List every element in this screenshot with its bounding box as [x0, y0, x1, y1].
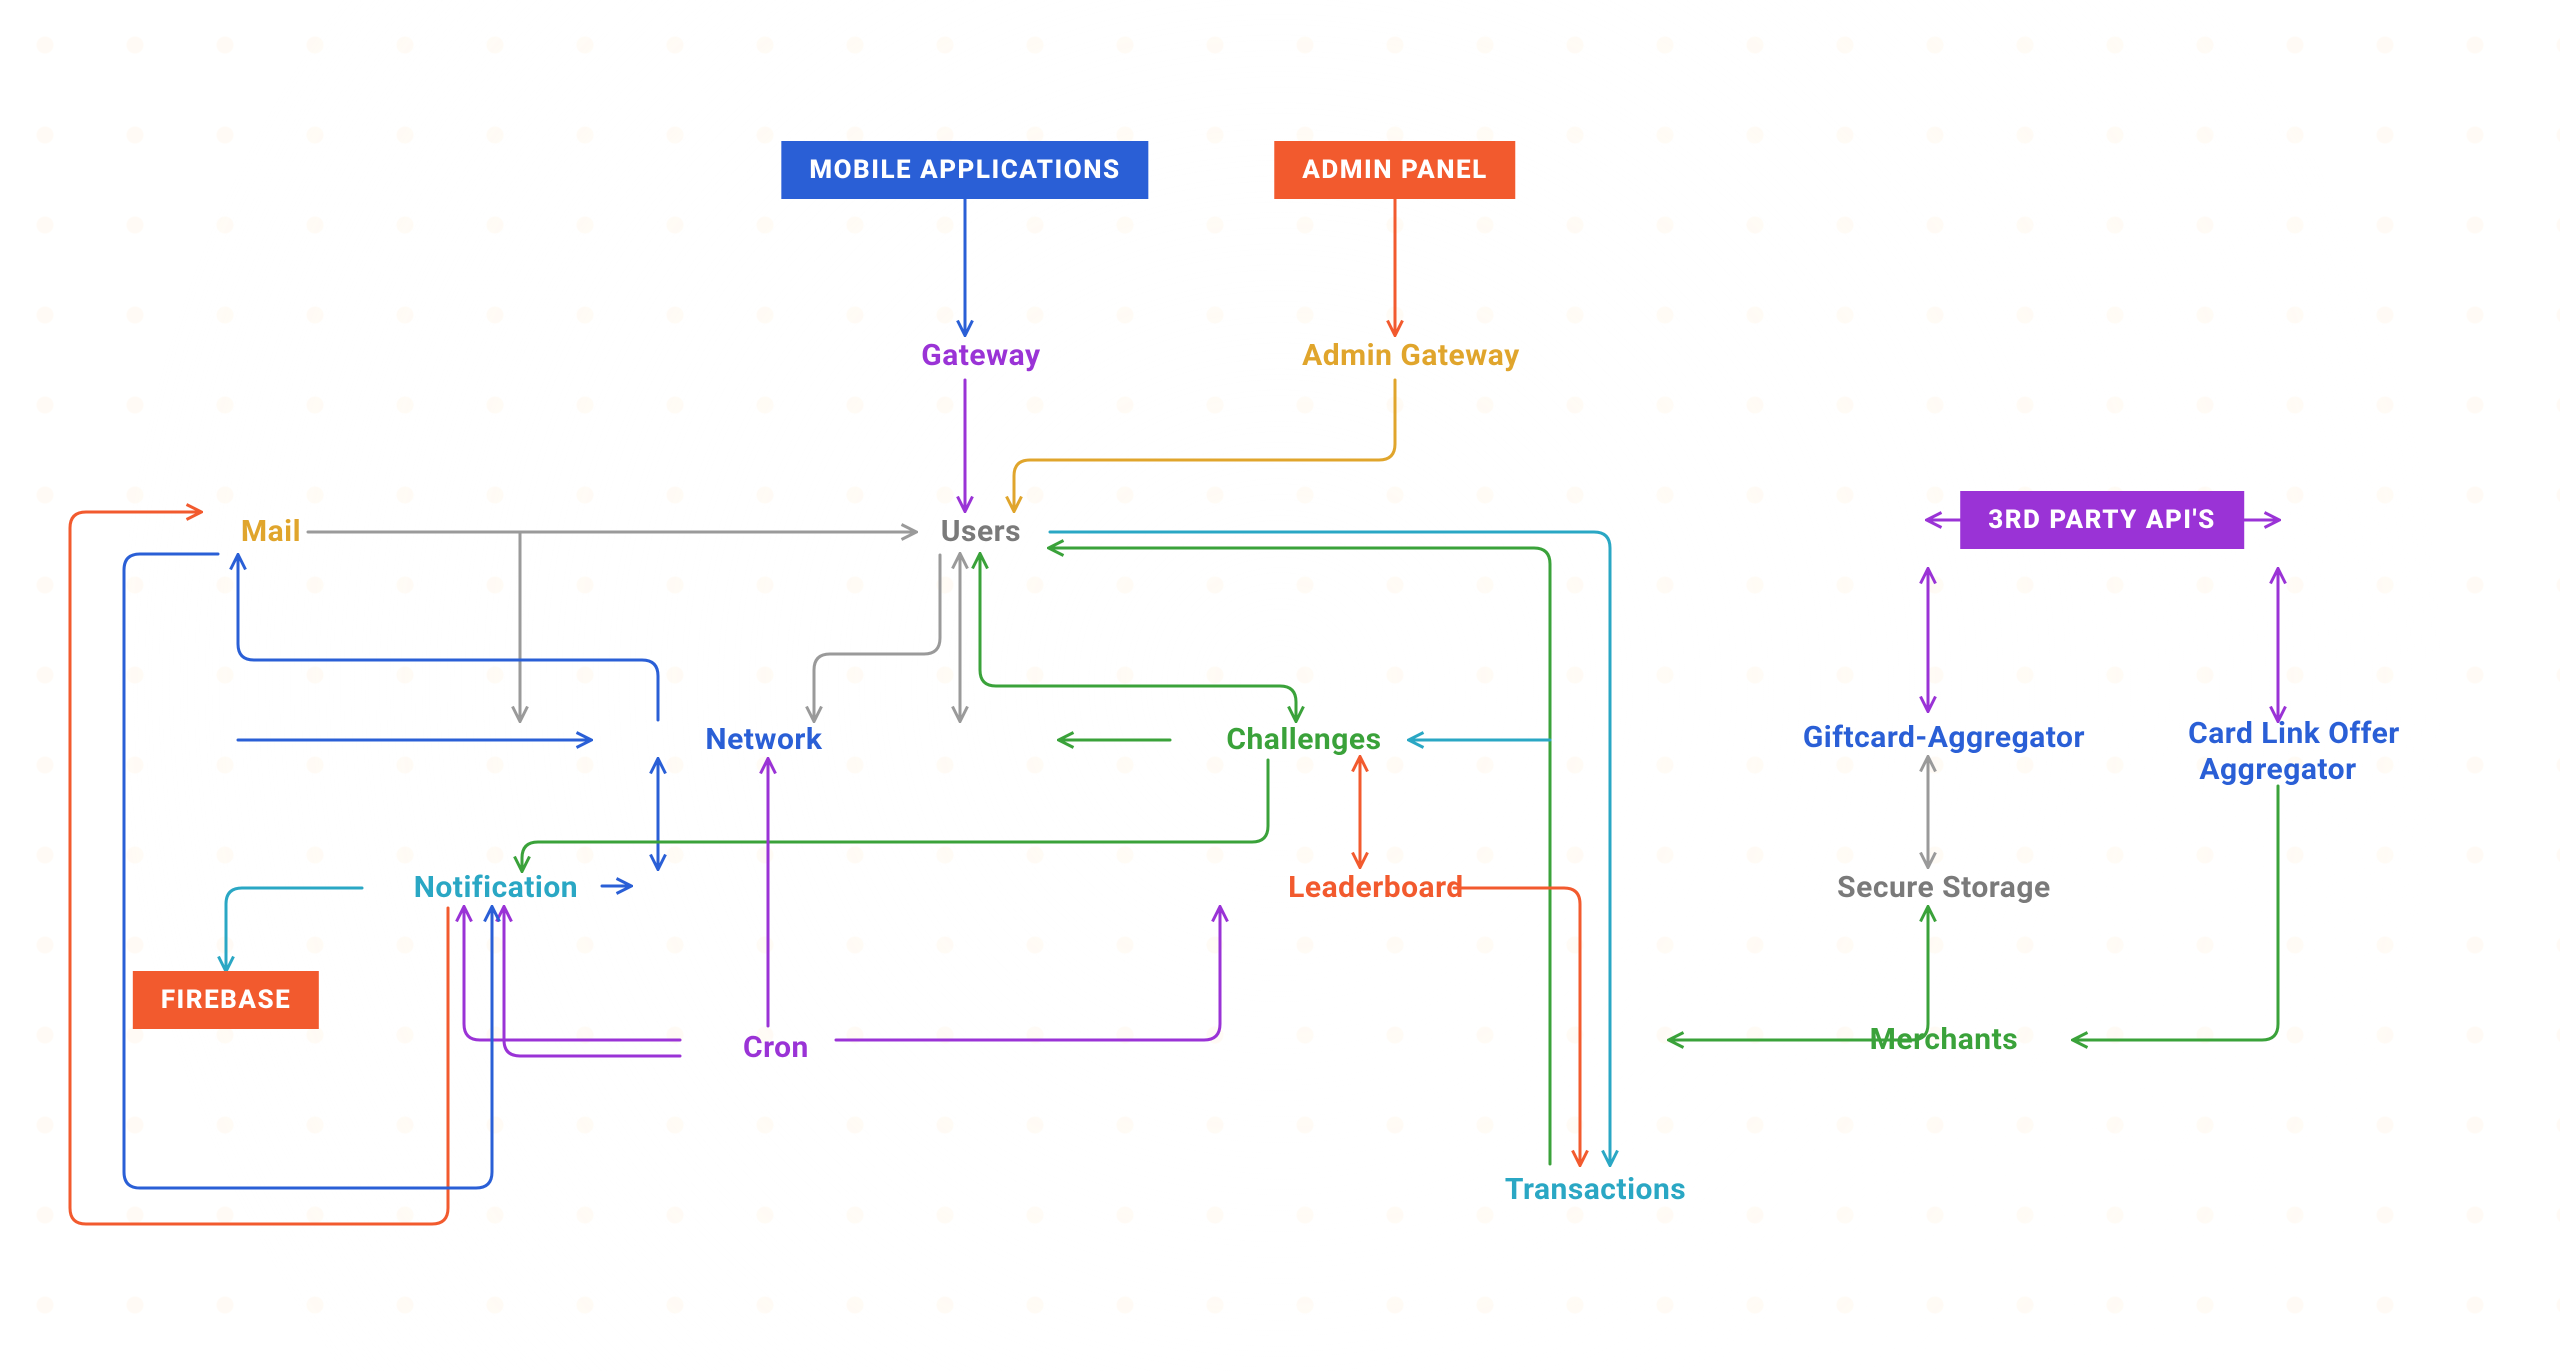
- node-leaderboard: Leaderboard: [1256, 834, 1463, 942]
- box-label: 3RD PARTY API'S: [1988, 505, 2216, 535]
- node-cron: Cron: [711, 994, 809, 1102]
- edge: [522, 760, 1268, 870]
- node-giftcard-aggregator: Giftcard-Aggregator: [1771, 684, 2085, 792]
- node-notification: Notification: [382, 834, 578, 942]
- node-transactions: Transactions: [1474, 1136, 1686, 1244]
- node-challenges: Challenges: [1195, 686, 1382, 794]
- node-mail: Mail: [209, 478, 301, 586]
- node-admin-gateway: Admin Gateway: [1270, 302, 1519, 410]
- box-firebase: FIREBASE: [133, 971, 319, 1029]
- box-label: MOBILE APPLICATIONS: [809, 155, 1120, 185]
- edge: [226, 888, 362, 970]
- box-label: FIREBASE: [161, 985, 291, 1015]
- node-secure-storage: Secure Storage: [1805, 834, 2050, 942]
- node-network: Network: [674, 686, 823, 794]
- box-mobile-applications: MOBILE APPLICATIONS: [781, 141, 1148, 199]
- box-label: ADMIN PANEL: [1302, 155, 1487, 185]
- edge: [1454, 888, 1580, 1164]
- box-third-party-apis: 3RD PARTY API'S: [1960, 491, 2244, 549]
- box-admin-panel: ADMIN PANEL: [1274, 141, 1515, 199]
- edge: [836, 908, 1220, 1040]
- node-users: Users: [909, 478, 1021, 586]
- node-card-link-offer-aggregator: Card Link Offer Aggregator: [2156, 680, 2400, 824]
- node-gateway: Gateway: [889, 302, 1040, 410]
- node-merchants: Merchants: [1838, 986, 2018, 1094]
- edge: [2074, 786, 2278, 1040]
